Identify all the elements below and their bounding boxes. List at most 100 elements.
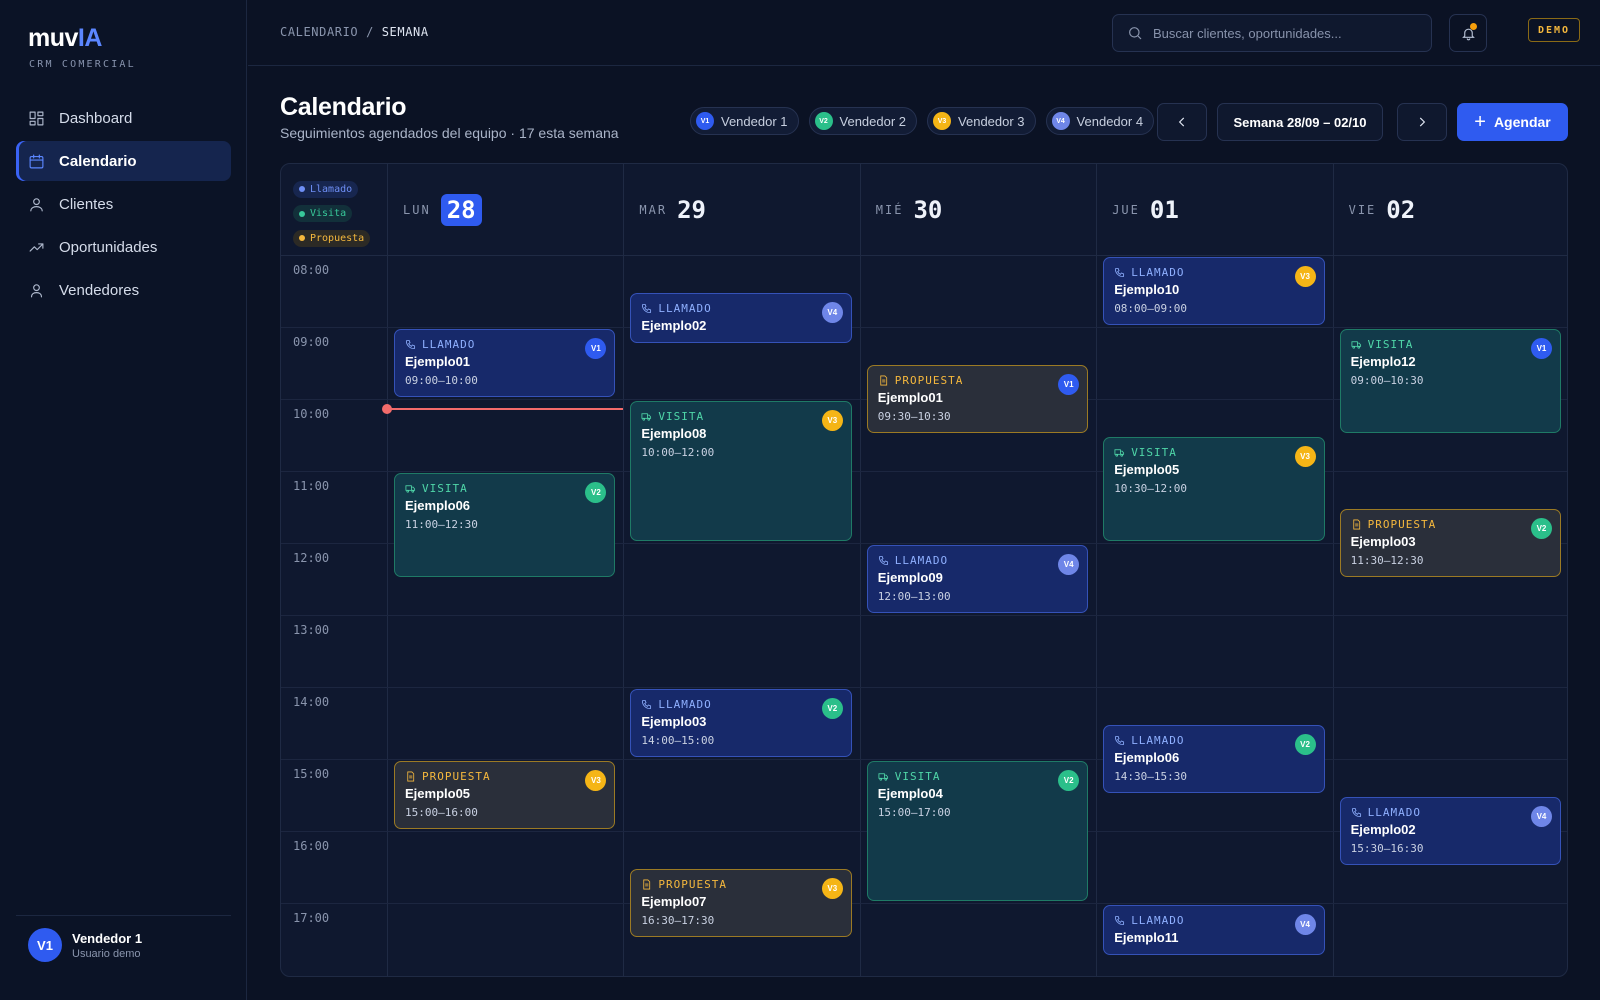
event-card[interactable]: LLAMADO Ejemplo03 14:00–15:00 V2 [630,689,852,757]
event-card[interactable]: LLAMADO Ejemplo06 14:30–15:30 V2 [1103,725,1325,793]
day-number: 28 [440,194,482,226]
chevron-right-icon [1419,117,1426,127]
chevron-left-icon [1178,117,1185,127]
event-card[interactable]: VISITA Ejemplo06 11:00–12:30 V2 [394,473,616,577]
user-profile[interactable]: V1 Vendedor 1 Usuario demo [28,928,142,962]
event-card[interactable]: LLAMADO Ejemplo02 V4 [630,293,852,343]
notifications-button[interactable] [1449,14,1487,52]
event-time: 15:00–16:00 [405,806,478,819]
event-time: 08:00–09:00 [1114,302,1188,315]
event-card[interactable]: VISITA Ejemplo12 09:00–10:30 V1 [1339,329,1561,433]
event-type: VISITA [1351,337,1550,351]
vendor-badge: V2 [1530,518,1552,539]
event-title: Ejemplo06 [1114,750,1180,765]
clients-icon [30,197,43,211]
vendor-badge: V4 [821,302,843,323]
event-type-label: LLAMADO [1131,733,1185,747]
sidebar-item-dashboard[interactable]: Dashboard [16,98,231,138]
vendor-filter-v2[interactable]: V2 Vendedor 2 [808,107,918,135]
type-chip-propuesta: Propuesta [293,229,371,247]
event-type: PROPUESTA [878,373,1077,387]
topbar: CALENDARIO / SEMANA DEMO [248,0,1600,66]
type-legend: Llamado Visita Propuesta [293,179,371,253]
trend-icon [29,242,44,252]
event-title: Ejemplo06 [405,498,471,513]
day-column-divider [1332,164,1334,976]
event-card[interactable]: PROPUESTA Ejemplo03 11:30–12:30 V2 [1339,509,1561,577]
event-card[interactable]: PROPUESTA Ejemplo07 16:30–17:30 V3 [630,869,852,937]
truck-icon [405,484,416,493]
event-time: 11:00–12:30 [405,518,478,531]
document-icon [643,879,651,889]
event-type-label: PROPUESTA [1367,517,1437,531]
page-title: Calendario [280,93,407,121]
type-label: Visita [310,208,347,219]
event-card[interactable]: VISITA Ejemplo04 15:00–17:00 V2 [866,761,1089,901]
user-name: Vendedor 1 [72,930,143,946]
breadcrumb-separator: / [358,25,382,39]
day-column-divider [1096,164,1098,976]
event-card[interactable]: LLAMADO Ejemplo11 V4 [1103,905,1325,955]
sidebar-item-label: Calendario [59,152,137,170]
vendor-badge: V4 [1530,806,1552,827]
event-card[interactable]: PROPUESTA Ejemplo05 15:00–16:00 V3 [394,761,616,829]
breadcrumb-current: SEMANA [381,25,429,39]
hour-label: 16:00 [293,839,330,853]
day-column-divider [623,164,625,976]
next-week-button[interactable] [1397,103,1447,141]
event-type-label: PROPUESTA [894,373,964,387]
search-input[interactable] [1153,25,1423,41]
event-card[interactable]: VISITA Ejemplo08 10:00–12:00 V3 [630,401,852,541]
week-range[interactable]: Semana 28/09 – 02/10 [1217,103,1383,141]
add-appointment-button[interactable]: + Agendar [1457,103,1568,141]
vendor-name: Vendedor 3 [958,113,1025,129]
hour-gridline [281,615,1567,616]
event-title: Ejemplo07 [641,894,707,909]
event-time: 10:00–12:00 [641,446,715,459]
event-time: 15:00–17:00 [877,806,951,819]
phone-icon [642,303,652,313]
phone-icon [1115,915,1125,925]
type-dot [299,186,305,192]
type-dot [299,235,305,241]
day-header-mié: MIÉ 30 [860,164,1096,256]
sidebar-item-label: Clientes [59,195,114,213]
event-type-label: VISITA [658,409,705,423]
search-box[interactable] [1112,14,1432,52]
hour-label: 12:00 [293,551,330,565]
vendor-filter-v4[interactable]: V4 Vendedor 4 [1045,107,1155,135]
event-card[interactable]: LLAMADO Ejemplo10 08:00–09:00 V3 [1103,257,1325,325]
vendor-name: Vendedor 1 [721,113,788,129]
event-card[interactable]: LLAMADO Ejemplo09 12:00–13:00 V4 [866,545,1089,613]
event-time: 14:00–15:00 [641,734,715,747]
event-time: 14:30–15:30 [1114,770,1188,783]
hour-label: 10:00 [293,407,330,421]
dashboard-icon [29,111,44,125]
vendor-filter-v3[interactable]: V3 Vendedor 3 [927,107,1036,135]
event-card[interactable]: LLAMADO Ejemplo02 15:30–16:30 V4 [1339,797,1561,865]
vendor-filter-v1[interactable]: V1 Vendedor 1 [690,107,799,135]
event-type: LLAMADO [405,337,604,351]
day-number: 02 [1386,196,1416,224]
event-type-label: PROPUESTA [422,769,491,783]
type-dot [299,210,305,217]
vendor-badge: V1 [1530,338,1552,359]
type-chip-visita: Visita [293,205,353,222]
sidebar-item-oportunidades[interactable]: Oportunidades [16,227,231,267]
event-card[interactable]: LLAMADO Ejemplo01 09:00–10:00 V1 [394,329,616,397]
event-type: VISITA [1114,445,1313,459]
event-card[interactable]: PROPUESTA Ejemplo01 09:30–10:30 V1 [866,365,1089,433]
sidebar-item-clientes[interactable]: Clientes [16,184,231,224]
brand-logo[interactable]: muvIA [28,24,102,53]
vendor-badge: V3 [821,878,843,899]
day-header-vie: VIE 02 [1333,164,1567,256]
event-card[interactable]: VISITA Ejemplo05 10:30–12:00 V3 [1103,437,1325,541]
breadcrumb-root[interactable]: CALENDARIO [280,25,358,39]
sidebar-item-vendedores[interactable]: Vendedores [16,270,231,310]
prev-week-button[interactable] [1157,103,1207,141]
sidebar-item-calendario[interactable]: Calendario [16,141,231,181]
event-time: 15:30–16:30 [1350,842,1424,855]
sidebar: muvIA CRM COMERCIAL Dashboard Calendario C… [0,0,247,1000]
hour-label: 15:00 [293,767,330,781]
day-name: JUE [1112,203,1140,217]
